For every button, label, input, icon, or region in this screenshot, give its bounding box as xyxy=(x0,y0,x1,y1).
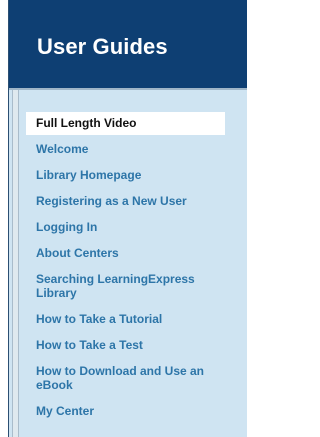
guide-nav-area: Full Length Video Welcome Library Homepa… xyxy=(9,88,247,437)
nav-item-test[interactable]: How to Take a Test xyxy=(36,338,231,352)
frame-divider xyxy=(12,90,19,437)
nav-item-logging-in[interactable]: Logging In xyxy=(36,220,231,234)
panel-title: User Guides xyxy=(9,0,247,88)
nav-item-registering[interactable]: Registering as a New User xyxy=(36,194,231,208)
nav-item-about-centers[interactable]: About Centers xyxy=(36,246,231,260)
nav-item-welcome[interactable]: Welcome xyxy=(36,142,231,156)
nav-item-library-homepage[interactable]: Library Homepage xyxy=(36,168,231,182)
nav-item-full-length-video[interactable]: Full Length Video xyxy=(26,112,225,135)
nav-item-ebook[interactable]: How to Download and Use an eBook xyxy=(36,364,231,392)
guide-nav-list: Full Length Video Welcome Library Homepa… xyxy=(26,112,231,430)
nav-item-tutorial[interactable]: How to Take a Tutorial xyxy=(36,312,231,326)
user-guides-panel: User Guides Full Length Video Welcome Li… xyxy=(8,0,247,437)
nav-item-searching[interactable]: Searching LearningExpress Library xyxy=(36,272,231,300)
nav-item-my-center[interactable]: My Center xyxy=(36,404,231,418)
